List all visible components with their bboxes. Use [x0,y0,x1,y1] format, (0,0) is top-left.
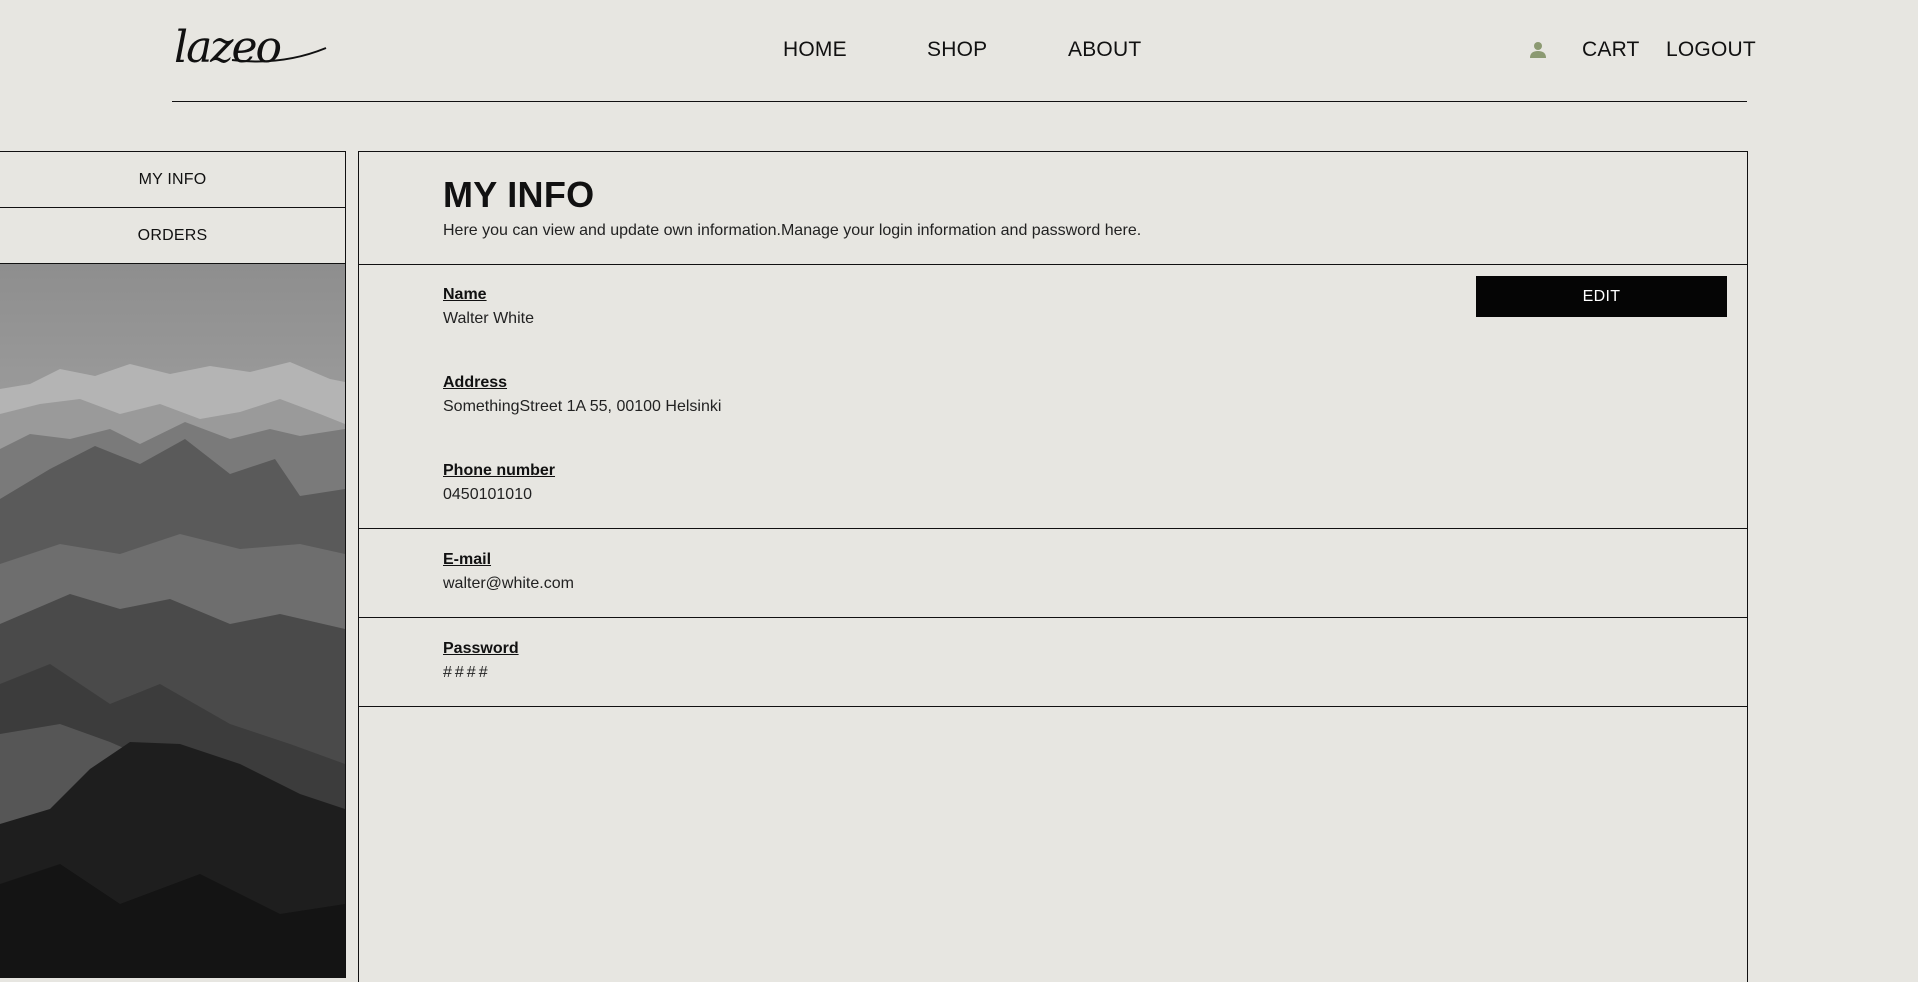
phone-label: Phone number [443,462,556,479]
my-info-panel: MY INFO Here you can view and update own… [358,151,1748,982]
account-sidebar: MY INFO ORDERS [0,151,346,978]
name-value: Walter White [443,310,534,327]
password-label: Password [443,640,519,657]
panel-header: MY INFO Here you can view and update own… [359,152,1747,265]
password-section: Password #### [359,618,1747,707]
brand-logo[interactable]: lazeo [172,26,327,70]
address-value: SomethingStreet 1A 55, 00100 Helsinki [443,398,722,415]
nav-home-link[interactable]: HOME [783,38,847,62]
site-header: lazeo HOME SHOP ABOUT CART LOGOUT [0,0,1918,103]
nav-logout-link[interactable]: LOGOUT [1666,38,1756,62]
password-value: #### [443,664,491,681]
page-title: MY INFO [443,174,595,215]
personal-info-section: EDIT Name Walter White Address Something… [359,264,1747,529]
address-label: Address [443,374,508,391]
user-icon[interactable] [1529,41,1547,59]
email-label: E-mail [443,551,492,568]
email-section: E-mail walter@white.com [359,529,1747,618]
edit-button[interactable]: EDIT [1476,276,1727,317]
nav-about-link[interactable]: ABOUT [1068,38,1141,62]
phone-value: 0450101010 [443,486,532,503]
mountain-photo [0,263,346,978]
nav-cart-link[interactable]: CART [1582,38,1640,62]
name-label: Name [443,286,487,303]
nav-shop-link[interactable]: SHOP [927,38,987,62]
page-description: Here you can view and update own informa… [443,222,1142,239]
sidebar-item-orders[interactable]: ORDERS [0,207,346,263]
header-divider [172,101,1747,102]
svg-text:lazeo: lazeo [174,26,281,70]
sidebar-item-my-info[interactable]: MY INFO [0,151,346,207]
sidebar-item-label: ORDERS [137,226,208,244]
email-value: walter@white.com [443,575,574,592]
sidebar-item-label: MY INFO [138,170,207,188]
